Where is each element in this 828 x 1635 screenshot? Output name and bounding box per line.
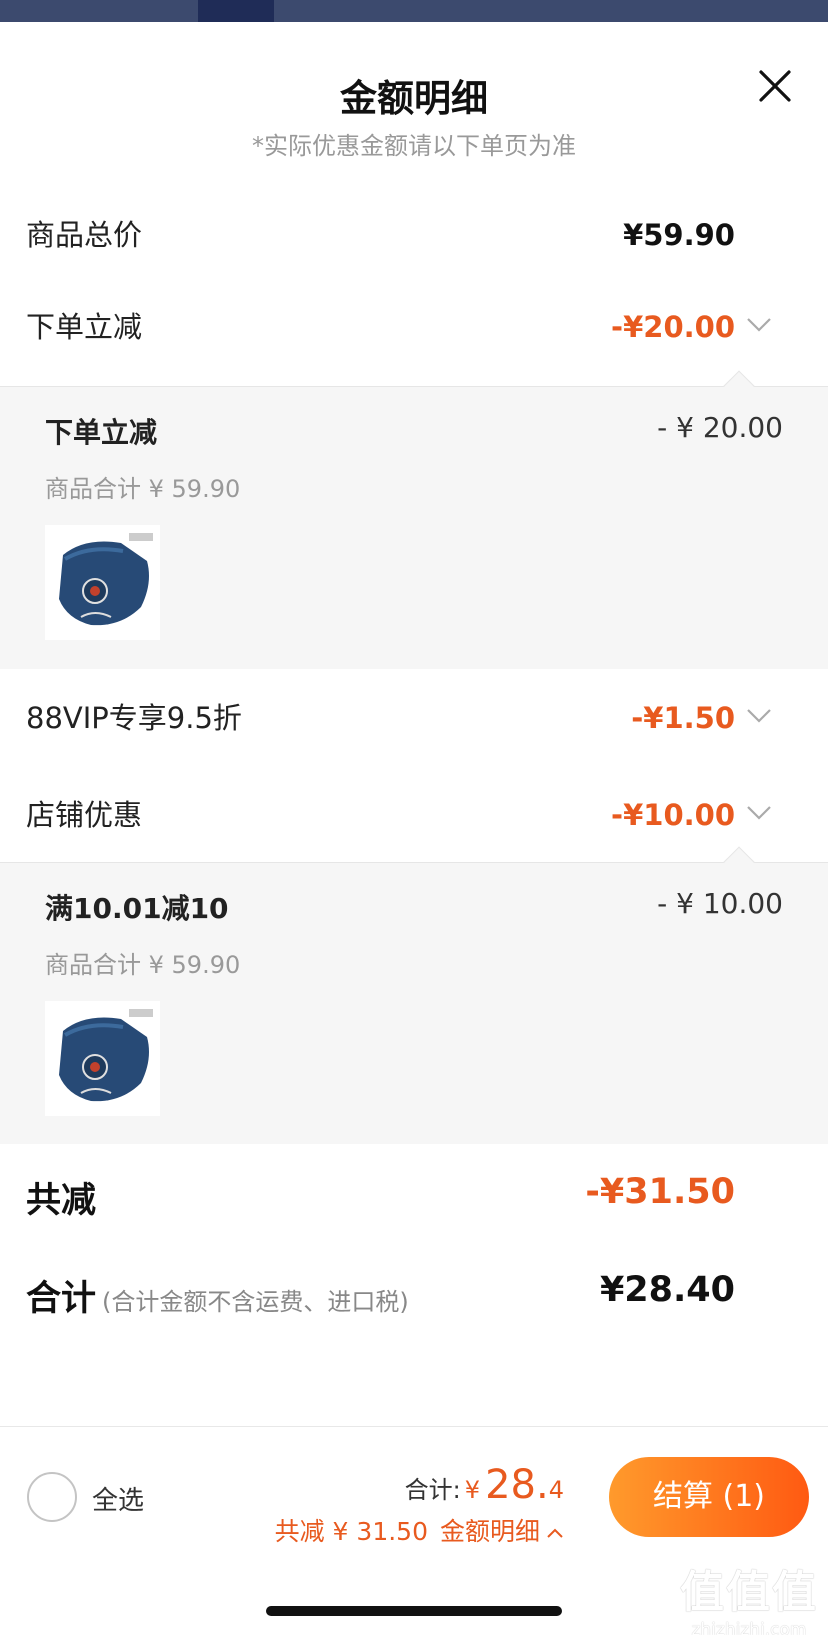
bar-total: 合计: ¥ 28.4 bbox=[405, 1462, 564, 1508]
product-thumbnail[interactable] bbox=[45, 525, 160, 640]
chevron-down-icon[interactable] bbox=[746, 317, 772, 333]
chevron-down-icon[interactable] bbox=[746, 805, 772, 821]
watermark-logo: 值值值 bbox=[680, 1567, 818, 1618]
sheet-subtitle: *实际优惠金额请以下单页为准 bbox=[252, 132, 576, 160]
product-thumbnail[interactable] bbox=[45, 1001, 160, 1116]
shop-discount-detail: 满10.01减10 - ¥ 10.00 商品合计 ¥ 59.90 bbox=[0, 846, 828, 1144]
vip-discount-value: -¥1.50 bbox=[631, 701, 735, 735]
amount-detail-link[interactable]: 金额明细 bbox=[440, 1517, 540, 1546]
watermark: 值值值 zhizhizhi.com bbox=[676, 1556, 822, 1635]
status-strip bbox=[0, 0, 828, 22]
total-saved-label: 共减 bbox=[26, 1181, 97, 1221]
grand-total-note: (合计金额不含运费、进口税) bbox=[102, 1288, 409, 1316]
select-all-checkbox[interactable] bbox=[27, 1472, 77, 1522]
shop-discount-row[interactable]: 店铺优惠 -¥10.00 bbox=[0, 785, 828, 845]
grand-total-label: 合计 (合计金额不含运费、进口税) bbox=[26, 1270, 409, 1321]
total-saved-value: -¥31.50 bbox=[585, 1172, 735, 1212]
chevron-down-icon[interactable] bbox=[746, 708, 772, 724]
vip-discount-label: 88VIP专享9.5折 bbox=[26, 701, 242, 735]
grand-total-text: 合计 bbox=[26, 1279, 97, 1319]
goods-total-label: 商品总价 bbox=[26, 218, 143, 252]
detail-amount: - ¥ 10.00 bbox=[657, 887, 783, 920]
chevron-up-icon[interactable] bbox=[546, 1527, 564, 1539]
instant-discount-label: 下单立减 bbox=[26, 310, 143, 344]
goods-total-value: ¥59.90 bbox=[623, 218, 735, 252]
detail-name: 满10.01减10 bbox=[45, 892, 229, 925]
detail-name: 下单立减 bbox=[45, 416, 158, 449]
bar-total-main: 28. bbox=[485, 1462, 549, 1508]
instant-discount-detail: 下单立减 - ¥ 20.00 商品合计 ¥ 59.90 bbox=[0, 370, 828, 669]
vip-discount-row[interactable]: 88VIP专享9.5折 -¥1.50 bbox=[0, 688, 828, 748]
watermark-site: zhizhizhi.com bbox=[691, 1620, 807, 1635]
detail-subtotal: 商品合计 ¥ 59.90 bbox=[45, 951, 241, 979]
bar-saving: 共减 ¥ 31.50 金额明细 bbox=[275, 1512, 564, 1548]
shop-discount-value: -¥10.00 bbox=[611, 798, 735, 832]
bottom-bar-divider bbox=[0, 1426, 828, 1427]
bar-total-currency: ¥ bbox=[464, 1476, 480, 1504]
bar-saving-text: 共减 ¥ 31.50 bbox=[274, 1517, 428, 1546]
grand-total-value: ¥28.40 bbox=[599, 1270, 735, 1310]
status-strip-tab bbox=[198, 0, 274, 22]
instant-discount-value: -¥20.00 bbox=[611, 310, 735, 344]
detail-amount: - ¥ 20.00 bbox=[657, 411, 783, 444]
detail-subtotal: 商品合计 ¥ 59.90 bbox=[45, 475, 241, 503]
close-icon[interactable] bbox=[757, 68, 793, 104]
checkout-button[interactable]: 结算 (1) bbox=[609, 1457, 809, 1537]
home-indicator[interactable] bbox=[266, 1606, 562, 1616]
bar-total-label: 合计: bbox=[404, 1476, 461, 1504]
instant-discount-row[interactable]: 下单立减 -¥20.00 bbox=[0, 297, 828, 357]
bar-total-decimal: 4 bbox=[548, 1476, 564, 1504]
select-all-label[interactable]: 全选 bbox=[92, 1480, 144, 1517]
shop-discount-label: 店铺优惠 bbox=[26, 798, 143, 832]
goods-total-row: 商品总价 ¥59.90 bbox=[0, 205, 828, 265]
sheet-title: 金额明细 bbox=[340, 77, 488, 120]
